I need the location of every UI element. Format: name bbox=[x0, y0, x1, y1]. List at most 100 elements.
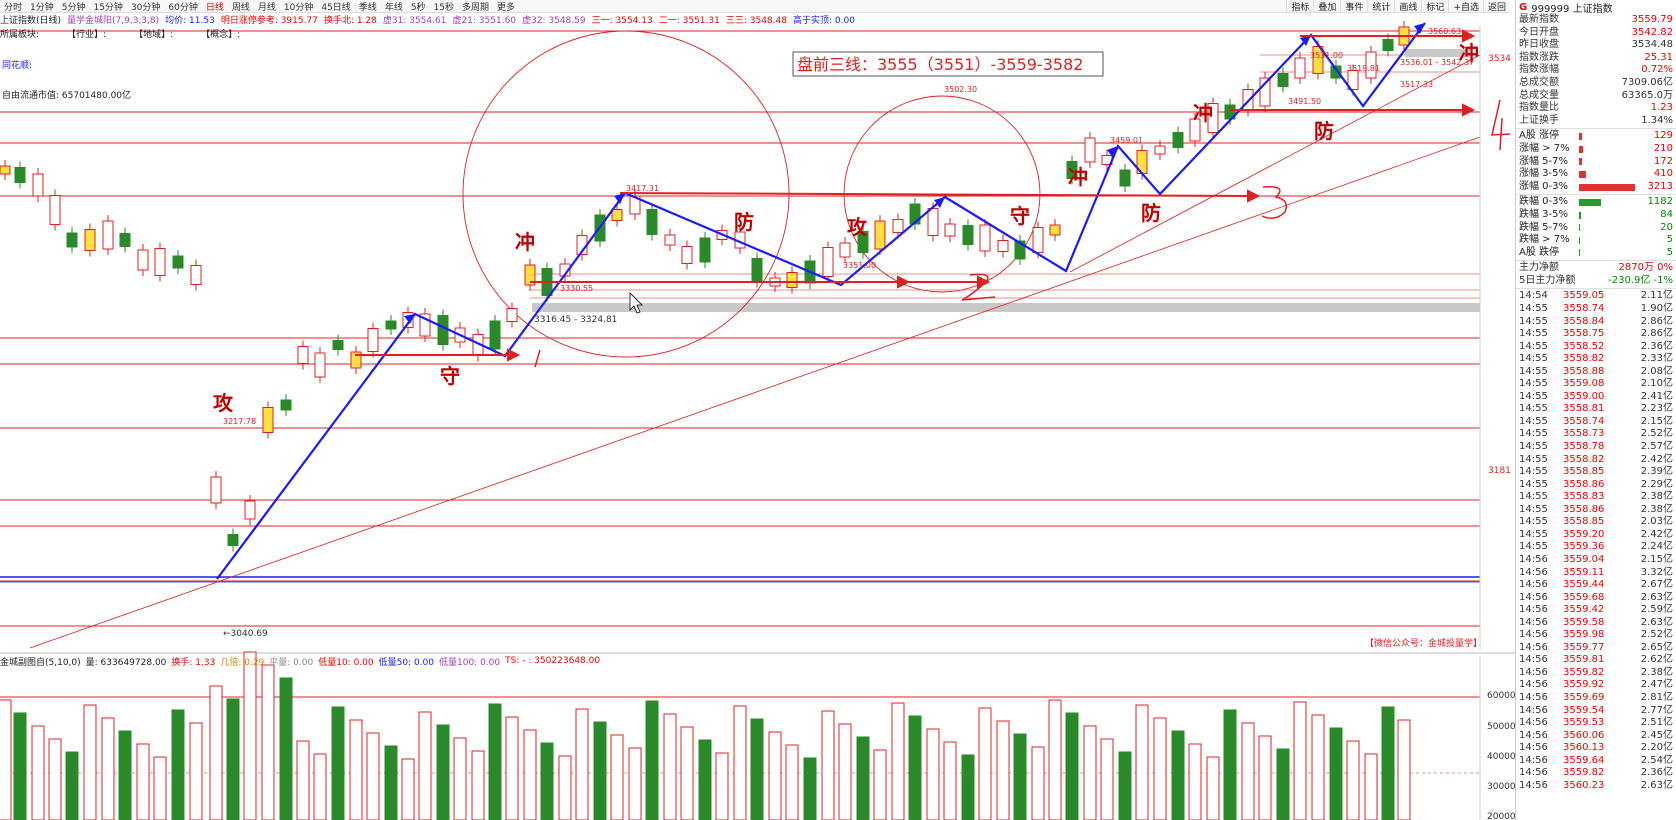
tick-row: 14:56 3560.23 2.63亿 bbox=[1516, 780, 1676, 793]
tick-volume: 2.63亿 bbox=[1640, 616, 1673, 628]
tick-volume: 1.90亿 bbox=[1640, 303, 1673, 315]
volume-bars bbox=[0, 651, 1411, 820]
tick-time: 14:55 bbox=[1519, 415, 1548, 427]
period-14[interactable]: 15秒 bbox=[430, 0, 458, 13]
tick-time: 14:56 bbox=[1519, 779, 1548, 791]
period-6[interactable]: 日线 bbox=[202, 0, 228, 13]
candle-body bbox=[1049, 224, 1061, 236]
breadth-bar bbox=[1579, 211, 1581, 219]
price-3417: 3417.31 bbox=[626, 184, 659, 193]
volume-bar bbox=[313, 753, 327, 820]
period-7[interactable]: 周线 bbox=[228, 0, 254, 13]
candle-body bbox=[611, 209, 623, 221]
tick-row: 14:55 3558.82 2.33亿 bbox=[1516, 353, 1676, 366]
tick-price: 3559.05 bbox=[1563, 290, 1605, 302]
tick-time: 14:56 bbox=[1519, 754, 1548, 766]
tick-row: 14:56 3560.13 2.20亿 bbox=[1516, 742, 1676, 755]
candle-body bbox=[751, 258, 763, 282]
volume-bar bbox=[978, 707, 992, 820]
volume-bar bbox=[1135, 704, 1149, 820]
period-12[interactable]: 年线 bbox=[381, 0, 407, 13]
tick-volume: 2.51亿 bbox=[1640, 717, 1673, 729]
candle-body bbox=[822, 247, 834, 277]
label-fang-2: 防 bbox=[1141, 201, 1161, 225]
tick-volume: 2.15亿 bbox=[1640, 415, 1673, 427]
vol-flat: 平量: 0.00 bbox=[269, 657, 314, 668]
btn-mark[interactable]: 标记 bbox=[1421, 0, 1448, 13]
btn-indicator[interactable]: 指标 bbox=[1286, 0, 1313, 13]
breadth-row: 跌幅 > 7% 5 bbox=[1516, 234, 1676, 247]
vol-axis-50000: 50000 bbox=[1487, 722, 1515, 732]
volume-bar bbox=[261, 664, 275, 820]
volume-bar bbox=[0, 699, 12, 820]
candle-body bbox=[227, 534, 239, 546]
candle-body bbox=[84, 229, 96, 251]
tick-row: 14:56 3559.92 2.47亿 bbox=[1516, 679, 1676, 692]
label-fang-3: 防 bbox=[1314, 119, 1334, 143]
btn-overlay[interactable]: 叠加 bbox=[1313, 0, 1340, 13]
volume-bar bbox=[1346, 740, 1360, 820]
period-9[interactable]: 10分钟 bbox=[280, 0, 317, 13]
tick-time: 14:56 bbox=[1519, 616, 1548, 628]
tick-row: 14:55 3558.74 2.15亿 bbox=[1516, 416, 1676, 429]
candle-body bbox=[102, 220, 114, 250]
candle-body bbox=[210, 476, 222, 504]
btn-draw[interactable]: 画线 bbox=[1394, 0, 1421, 13]
period-13[interactable]: 5秒 bbox=[407, 0, 430, 13]
volume-bar bbox=[1397, 719, 1411, 820]
tick-price: 3558.81 bbox=[1563, 403, 1605, 415]
period-10[interactable]: 45日线 bbox=[317, 0, 354, 13]
candle-body bbox=[332, 340, 344, 350]
quote-row: 今日开盘 3542.82 bbox=[1516, 27, 1676, 40]
period-2[interactable]: 5分钟 bbox=[58, 0, 90, 13]
volume-bar bbox=[750, 718, 764, 820]
breadth-count: 84 bbox=[1660, 208, 1673, 220]
candle-body bbox=[66, 232, 78, 248]
period-15[interactable]: 多周期 bbox=[458, 0, 493, 13]
tick-time: 14:55 bbox=[1519, 390, 1548, 402]
tick-row: 14:56 3559.68 2.63亿 bbox=[1516, 592, 1676, 605]
tick-time: 14:55 bbox=[1519, 528, 1548, 540]
capital-flow: 主力净额 2870万 0% 5日主力净额 -230.9亿 -1% bbox=[1516, 262, 1676, 287]
tick-row: 14:56 3559.54 2.77亿 bbox=[1516, 705, 1676, 718]
tick-volume: 2.42亿 bbox=[1640, 453, 1673, 465]
volume-bar bbox=[1065, 712, 1079, 820]
tick-list[interactable]: 14:54 3559.05 2.11亿 14:55 3558.74 1.90亿 14:55 3… bbox=[1516, 290, 1676, 792]
period-3[interactable]: 15分钟 bbox=[89, 0, 126, 13]
volume-bar bbox=[1241, 722, 1255, 820]
quote-value: 0.72% bbox=[1641, 64, 1673, 76]
tick-row: 14:56 3559.98 2.52亿 bbox=[1516, 629, 1676, 642]
btn-add-watch[interactable]: +自选 bbox=[1448, 0, 1483, 13]
kline-chart[interactable]: 盘前三线：3555（3551）-3559-3582 攻 守 冲 防 攻 守 冲 … bbox=[0, 0, 1515, 820]
tick-row: 14:56 3559.53 2.51亿 bbox=[1516, 717, 1676, 730]
breadth-count: 5 bbox=[1666, 234, 1673, 246]
tick-time: 14:56 bbox=[1519, 641, 1548, 653]
period-8[interactable]: 月线 bbox=[254, 0, 280, 13]
tick-volume: 2.47亿 bbox=[1640, 679, 1673, 691]
candle-body bbox=[1154, 145, 1166, 155]
volume-bar bbox=[118, 730, 132, 820]
tick-price: 3558.85 bbox=[1563, 466, 1605, 478]
volume-bar bbox=[436, 724, 450, 820]
period-5[interactable]: 60分钟 bbox=[164, 0, 201, 13]
btn-stats[interactable]: 统计 bbox=[1367, 0, 1394, 13]
quote-row: 指数量比 1.23 bbox=[1516, 102, 1676, 115]
period-11[interactable]: 季线 bbox=[355, 0, 381, 13]
tick-time: 14:55 bbox=[1519, 315, 1548, 327]
volume-bar bbox=[680, 726, 694, 820]
vol-axis-30000: 30000 bbox=[1487, 782, 1515, 792]
volume-bar bbox=[768, 731, 782, 820]
period-4[interactable]: 30分钟 bbox=[127, 0, 164, 13]
candle-body bbox=[1119, 169, 1131, 187]
period-1[interactable]: 1分钟 bbox=[26, 0, 58, 13]
tick-time: 14:56 bbox=[1519, 666, 1548, 678]
volume-bar bbox=[1100, 738, 1114, 820]
btn-back[interactable]: 返回 bbox=[1482, 0, 1510, 13]
indicator-name[interactable]: 量学金城阳(7,9,3,3,8) bbox=[67, 13, 159, 26]
btn-event[interactable]: 事件 bbox=[1340, 0, 1367, 13]
tick-volume: 2.59亿 bbox=[1640, 604, 1673, 616]
v32: 虚32: 3548.59 bbox=[522, 16, 586, 26]
period-16[interactable]: 更多 bbox=[493, 0, 519, 13]
vol-indicator-name[interactable]: 金城副图自(5,10,0) bbox=[0, 655, 81, 668]
period-0[interactable]: 分时 bbox=[0, 0, 26, 13]
